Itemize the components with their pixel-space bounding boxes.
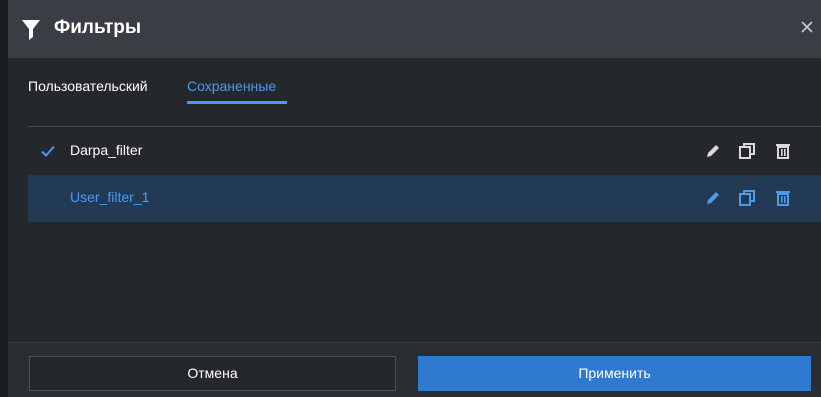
background-strip: [0, 0, 8, 397]
tab-custom[interactable]: Пользовательский: [28, 78, 148, 94]
copy-icon[interactable]: [738, 189, 756, 207]
apply-button[interactable]: Применить: [418, 356, 811, 391]
filter-name: User_filter_1: [70, 189, 150, 205]
dialog-header: Фильтры: [8, 0, 821, 58]
saved-filters-list: Darpa_filter User_filter_1: [28, 128, 821, 222]
delete-icon[interactable]: [774, 142, 792, 160]
filter-row[interactable]: Darpa_filter: [28, 128, 821, 175]
dialog-title: Фильтры: [54, 17, 142, 38]
edit-icon[interactable]: [704, 189, 722, 207]
copy-icon[interactable]: [738, 142, 756, 160]
tab-saved[interactable]: Сохраненные: [187, 78, 276, 94]
filter-name: Darpa_filter: [70, 142, 143, 158]
filter-icon: [22, 20, 40, 40]
dialog-footer: Отмена Применить: [8, 342, 821, 397]
filter-row[interactable]: User_filter_1: [28, 175, 821, 222]
delete-icon[interactable]: [774, 189, 792, 207]
edit-icon[interactable]: [704, 142, 722, 160]
filters-dialog: Фильтры Пользовательский Сохраненные Dar…: [8, 0, 821, 397]
active-tab-indicator: [187, 101, 287, 104]
tabs-divider: [28, 126, 821, 127]
check-icon: [41, 145, 55, 157]
close-icon[interactable]: [799, 19, 815, 35]
cancel-button[interactable]: Отмена: [29, 356, 396, 391]
